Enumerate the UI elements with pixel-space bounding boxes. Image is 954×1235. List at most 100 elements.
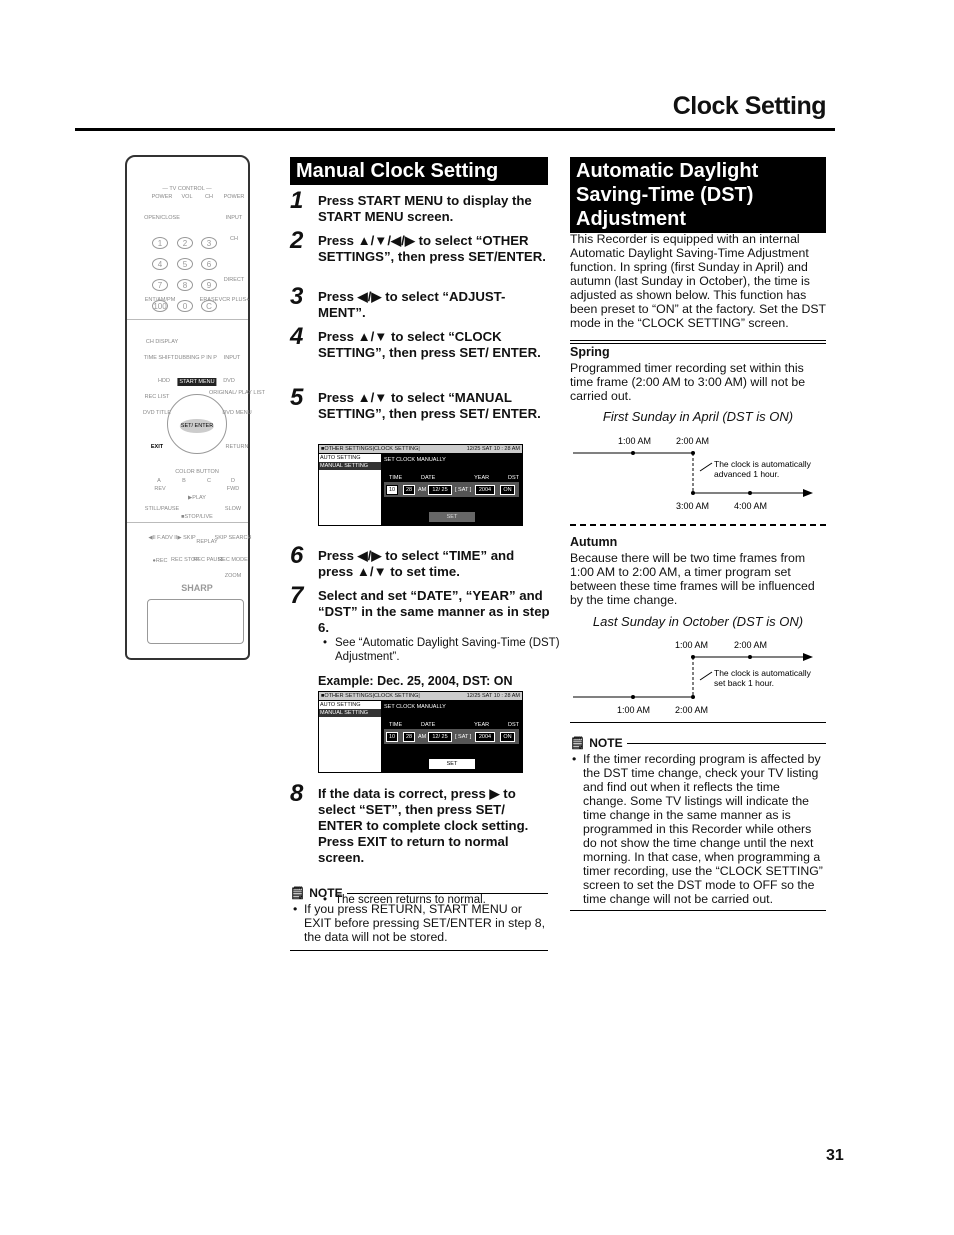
step-1: 1 Press START MENU to display the START M… bbox=[290, 187, 550, 225]
number-button: 4 bbox=[152, 258, 168, 270]
step-6: 6 Press ◀/▶ to select “TIME” and press ▲/… bbox=[290, 542, 550, 580]
step-text: Press ◀/▶ to select “ADJUST-MENT”. bbox=[318, 289, 506, 320]
time-label: advanced 1 hour. bbox=[714, 469, 779, 479]
remote-label: POWER bbox=[223, 194, 245, 200]
manual-section-heading: Manual Clock Setting bbox=[290, 157, 548, 185]
step-4: 4 Press ▲/▼ to select “CLOCK SETTING”, th… bbox=[290, 323, 550, 361]
remote-label: REC MODE bbox=[218, 557, 248, 563]
step-number: 6 bbox=[290, 542, 304, 569]
step-number: 2 bbox=[290, 227, 304, 254]
remote-label: VCR PLUS+ bbox=[218, 297, 250, 303]
step-text: Press ▲/▼ to select “MANUAL SETTING”, th… bbox=[318, 390, 541, 421]
step-number: 3 bbox=[290, 283, 304, 310]
remote-label: ORIGINAL/ PLAY LIST bbox=[208, 390, 266, 396]
hour-field[interactable]: 10 bbox=[386, 732, 398, 742]
autumn-text: Because there will be two time frames fr… bbox=[570, 551, 815, 607]
year-field[interactable]: 2004 bbox=[475, 485, 495, 495]
minute-field[interactable]: 28 bbox=[403, 732, 415, 742]
step-text: Press ▲/▼ to select “CLOCK SETTING”, the… bbox=[318, 329, 541, 360]
remote-label: START MENU bbox=[177, 378, 217, 386]
screen-title: SET CLOCK MANUALLY bbox=[384, 457, 446, 463]
step-text: Press ▲/▼/◀/▶ to select “OTHER SETTINGS”… bbox=[318, 233, 546, 264]
spring-diagram: 1:00 AM 2:00 AM 3:00 AM 4:00 AM The clock … bbox=[573, 436, 813, 511]
dst-section-heading: Automatic Daylight Saving-Time (DST) Adj… bbox=[570, 157, 826, 233]
remote-label: — TV CONTROL — bbox=[162, 186, 212, 192]
dst-field[interactable]: ON bbox=[500, 485, 515, 495]
remote-label: P IN P bbox=[201, 355, 217, 361]
remote-control-illustration: — TV CONTROL — POWER VOL CH POWER OPEN/CLOSE I… bbox=[125, 155, 265, 660]
remote-label: DVD MENU bbox=[222, 410, 252, 416]
autumn-title: Autumn bbox=[570, 535, 618, 549]
number-button: 8 bbox=[177, 279, 193, 291]
remote-label: FWD bbox=[226, 486, 240, 492]
remote-label: ●REC bbox=[152, 558, 168, 564]
remote-label: INPUT bbox=[225, 215, 243, 221]
remote-cover bbox=[147, 599, 244, 644]
screen-breadcrumb: ■OTHER SETTINGS|CLOCK SETTING| bbox=[321, 446, 420, 452]
step-7: 7 Select and set “DATE”, “YEAR” and “DST”… bbox=[290, 582, 550, 636]
autumn-diagram: 1:00 AM 2:00 AM 1:00 AM 2:00 AM The clock … bbox=[573, 640, 813, 715]
set-button[interactable]: SET bbox=[429, 512, 475, 522]
time-label: The clock is automatically bbox=[714, 668, 812, 678]
number-button: 2 bbox=[177, 237, 193, 249]
step-text: If the data is correct, press ▶ to selec… bbox=[318, 786, 529, 865]
date-field[interactable]: 12/ 25 bbox=[428, 485, 452, 495]
screen-menu-manual[interactable]: MANUAL SETTING bbox=[319, 709, 381, 717]
remote-label: CH DISPLAY bbox=[145, 339, 179, 345]
date-field[interactable]: 12/ 25 bbox=[428, 732, 452, 742]
screen-menu-manual[interactable]: MANUAL SETTING bbox=[319, 462, 381, 470]
remote-label: TIME SHIFT bbox=[143, 355, 175, 361]
remote-label: SLOW bbox=[224, 506, 242, 512]
header-rule bbox=[75, 128, 835, 131]
step-number: 7 bbox=[290, 582, 304, 609]
spring-text: Programmed timer recording set within th… bbox=[570, 361, 806, 403]
remote-label: STILL/PAUSE bbox=[144, 506, 180, 512]
arrow-icon bbox=[803, 489, 813, 497]
remote-label: OPEN/CLOSE bbox=[144, 215, 180, 221]
step-text: Select and set “DATE”, “YEAR” and “DST” … bbox=[318, 588, 550, 635]
number-button: C bbox=[201, 300, 217, 312]
remote-label: DIRECT bbox=[223, 277, 245, 283]
step-2: 2 Press ▲/▼/◀/▶ to select “OTHER SETTINGS… bbox=[290, 227, 550, 265]
time-label: 2:00 AM bbox=[675, 705, 708, 715]
remote-label: RETURN bbox=[225, 444, 249, 450]
remote-label: DUBBING bbox=[174, 355, 200, 361]
remote-label: COLOR BUTTON bbox=[175, 469, 219, 475]
number-button: 1 bbox=[152, 237, 168, 249]
step-number: 8 bbox=[290, 780, 304, 807]
page-title: Clock Setting bbox=[672, 92, 827, 120]
remote-label: REV bbox=[154, 486, 166, 492]
time-label: 2:00 AM bbox=[676, 436, 709, 446]
step-8: 8 If the data is correct, press ▶ to sele… bbox=[290, 780, 550, 866]
step-number: 1 bbox=[290, 187, 304, 214]
remote-label: REC LIST bbox=[144, 394, 170, 400]
number-button: 0 bbox=[177, 300, 193, 312]
remote-label: CH bbox=[230, 236, 238, 242]
spring-caption: First Sunday in April (DST is ON) bbox=[602, 409, 794, 424]
note-icon: 🗒 bbox=[570, 736, 586, 750]
autumn-caption: Last Sunday in October (DST is ON) bbox=[592, 614, 804, 629]
page-number: 31 bbox=[826, 1147, 844, 1164]
remote-label: B bbox=[182, 478, 186, 484]
screen-clock: 12/25 SAT 10 : 28 AM bbox=[466, 446, 520, 452]
note-icon: 🗒 bbox=[290, 886, 306, 900]
remote-label: VOL bbox=[181, 194, 193, 200]
remote-label: EXIT bbox=[150, 444, 164, 450]
number-button: 9 bbox=[201, 279, 217, 291]
screen-breadcrumb: ■OTHER SETTINGS|CLOCK SETTING| bbox=[321, 693, 420, 699]
time-label: 4:00 AM bbox=[734, 501, 767, 511]
number-button: 100 bbox=[152, 300, 168, 312]
time-label: The clock is automatically bbox=[714, 459, 812, 469]
dst-intro: This Recorder is equipped with an intern… bbox=[570, 232, 826, 330]
number-button: 3 bbox=[201, 237, 217, 249]
minute-field[interactable]: 28 bbox=[403, 485, 415, 495]
remote-label: HDD bbox=[158, 378, 170, 384]
year-field[interactable]: 2004 bbox=[475, 732, 495, 742]
hour-field[interactable]: 10 bbox=[386, 485, 398, 495]
remote-label: ▶PLAY bbox=[188, 495, 206, 501]
dst-field[interactable]: ON bbox=[500, 732, 515, 742]
time-label: 1:00 AM bbox=[675, 640, 708, 650]
remote-label: CH bbox=[205, 194, 213, 200]
time-label: 1:00 AM bbox=[618, 436, 651, 446]
set-button[interactable]: SET bbox=[429, 759, 475, 769]
